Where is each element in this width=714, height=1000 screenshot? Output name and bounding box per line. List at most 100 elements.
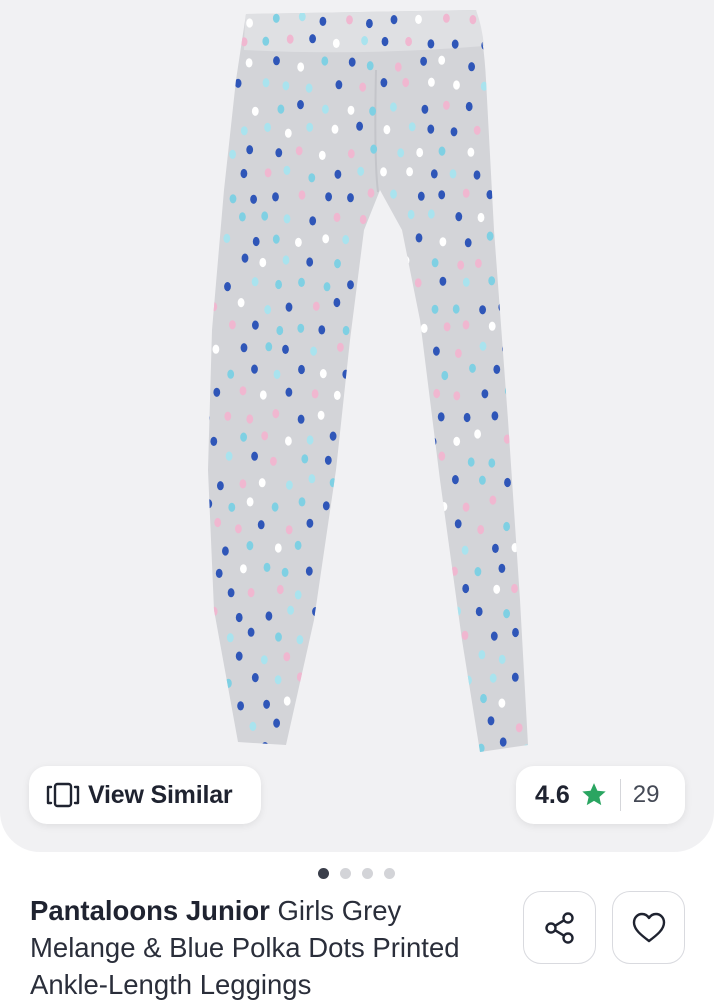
print-dot: [337, 342, 344, 352]
print-dot: [379, 694, 387, 704]
product-brand: Pantaloons Junior: [30, 895, 270, 926]
print-dot: [428, 77, 435, 87]
print-dot: [259, 390, 267, 400]
print-dot: [463, 412, 471, 423]
print-dot: [215, 172, 223, 182]
print-dot: [249, 721, 257, 732]
wishlist-button[interactable]: [612, 891, 685, 964]
view-similar-button[interactable]: View Similar: [29, 766, 261, 824]
print-dot: [319, 16, 327, 26]
print-dot: [370, 411, 378, 421]
print-dot: [368, 370, 376, 380]
print-dot: [379, 390, 387, 400]
print-dot: [210, 698, 218, 708]
print-dot: [504, 386, 512, 396]
print-dot: [498, 654, 506, 665]
print-dot: [318, 325, 326, 335]
print-dot: [397, 148, 405, 158]
print-dot: [275, 148, 283, 158]
print-dot: [480, 693, 487, 704]
print-dot: [208, 275, 213, 285]
print-dot: [309, 34, 316, 44]
print-dot: [504, 256, 511, 266]
print-dot: [212, 653, 220, 663]
print-dot: [366, 61, 374, 71]
product-image-area[interactable]: View Similar 4.6 29: [0, 0, 714, 852]
print-dot: [445, 630, 452, 640]
print-dot: [342, 369, 350, 379]
print-dot: [402, 743, 410, 752]
product-image[interactable]: [0, 0, 714, 852]
print-dot: [524, 608, 528, 618]
print-dot: [385, 436, 392, 446]
print-dot: [342, 630, 350, 641]
print-dot: [227, 57, 235, 67]
print-dot: [320, 583, 328, 593]
print-dot: [397, 678, 405, 689]
print-dot: [284, 128, 292, 138]
print-dot: [394, 414, 402, 425]
print-dot: [498, 302, 506, 312]
print-dot: [396, 451, 404, 461]
print-dot: [477, 212, 485, 223]
print-dot: [369, 106, 376, 116]
print-dot: [415, 14, 422, 24]
rating-value: 4.6: [535, 780, 570, 809]
print-dot: [298, 364, 305, 375]
print-dot: [521, 36, 528, 46]
print-dot: [525, 84, 528, 94]
print-dot: [357, 344, 365, 354]
print-dot: [473, 125, 481, 135]
print-dot: [224, 103, 232, 113]
print-dot: [222, 546, 229, 556]
rating-badge[interactable]: 4.6 29: [516, 766, 685, 824]
print-dot: [322, 234, 330, 244]
print-dot: [480, 81, 488, 91]
print-dot: [408, 122, 416, 132]
print-dot: [441, 545, 449, 555]
print-dot: [324, 455, 332, 465]
print-dot: [406, 167, 413, 177]
print-dot: [294, 540, 302, 551]
print-dot: [467, 147, 475, 157]
print-dot: [529, 695, 536, 704]
print-dot: [420, 323, 428, 333]
print-dot: [246, 414, 254, 424]
share-button[interactable]: [523, 891, 596, 964]
print-dot: [198, 540, 205, 549]
print-dot: [408, 657, 415, 667]
print-dot: [214, 517, 222, 528]
print-dot: [208, 499, 213, 509]
print-dot: [453, 391, 461, 401]
print-dot: [298, 190, 306, 200]
carousel-dot[interactable]: [384, 868, 395, 879]
carousel-dot[interactable]: [362, 868, 373, 879]
print-dot: [487, 716, 495, 726]
carousel-dot[interactable]: [340, 868, 351, 879]
print-dot: [234, 78, 242, 88]
carousel-dot[interactable]: [318, 868, 329, 879]
print-dot: [295, 146, 303, 156]
print-dot: [438, 190, 446, 200]
print-dot: [276, 325, 284, 336]
print-dot: [264, 305, 272, 315]
print-dot: [462, 715, 469, 725]
print-dot: [306, 518, 314, 528]
print-dot: [490, 14, 497, 24]
print-dot: [282, 81, 290, 91]
print-dot: [265, 342, 273, 352]
print-dot: [229, 194, 237, 204]
print-dot: [516, 236, 524, 246]
print-dot: [479, 475, 486, 485]
print-dot: [511, 457, 519, 468]
print-dot: [199, 59, 206, 68]
print-dot: [427, 480, 435, 491]
print-dot: [347, 280, 354, 290]
print-dot: [251, 277, 259, 287]
print-dot: [264, 122, 271, 132]
print-dot: [515, 14, 523, 24]
print-dot: [475, 258, 482, 268]
print-dot: [394, 365, 402, 375]
print-dot: [285, 387, 293, 397]
print-dot: [419, 547, 427, 557]
